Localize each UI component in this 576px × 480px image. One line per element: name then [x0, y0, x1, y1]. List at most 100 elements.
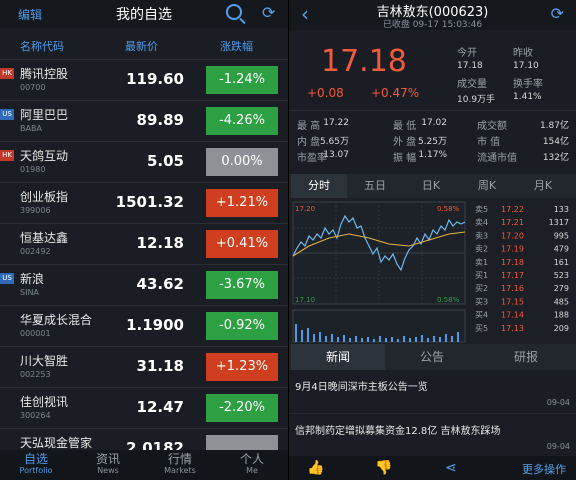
stock-code: BABA	[20, 124, 42, 133]
tab-announcements[interactable]: 公告	[385, 344, 479, 370]
stock-row[interactable]: US 新浪 SINA 43.62 -3.67%	[0, 265, 288, 306]
change-badge[interactable]: 0.00%	[206, 148, 278, 176]
order-price: 17.22	[501, 205, 524, 214]
stat-value: 5.65万	[319, 137, 349, 147]
stock-code: SINA	[20, 288, 39, 297]
stock-price: 1501.32	[115, 193, 184, 211]
open-value: 17.18	[457, 61, 483, 71]
order-level-label: 买5	[475, 324, 488, 333]
news-title: 9月4日晚间深市主板公告一览	[295, 382, 428, 393]
news-tabs: 新闻 公告 研报	[289, 344, 576, 370]
stock-code: 002492	[20, 247, 51, 256]
open-label: 今开	[457, 48, 477, 59]
news-date: 09-04	[546, 398, 570, 407]
stock-code: 01980	[20, 165, 46, 174]
stock-row[interactable]: US 阿里巴巴 BABA 89.89 -4.26%	[0, 101, 288, 142]
stock-row[interactable]: HK 天鸽互动 01980 5.05 0.00%	[0, 142, 288, 183]
order-price: 17.17	[501, 271, 524, 280]
tab-portfolio[interactable]: 自选 Portfolio	[0, 452, 72, 476]
order-volume: 209	[554, 324, 569, 333]
share-icon[interactable]: ⋖	[445, 460, 457, 476]
stat-label: 内 盘	[297, 137, 321, 148]
stat-value: 17.22	[323, 118, 349, 128]
order-level-label: 卖2	[475, 245, 488, 254]
stat-label: 最 低	[393, 121, 417, 132]
stat-label: 流通市值	[477, 153, 517, 164]
stock-row[interactable]: 华夏成长混合 000001 1.1900 -0.92%	[0, 306, 288, 347]
tab-weekly-k[interactable]: 周K	[459, 174, 515, 198]
stock-name: 华夏成长混合	[20, 313, 93, 327]
stat-value: 13.07	[323, 150, 349, 160]
stock-name: 川大智胜	[20, 354, 69, 368]
news-item[interactable]: 9月4日晚间深市主板公告一览 09-04	[289, 370, 576, 414]
stat-label: 外 盘	[393, 137, 417, 148]
detail-header: ‹ 吉林敖东(000623) 已收盘 09-17 15:03:46 ⟳	[289, 0, 576, 30]
intraday-chart[interactable]: 17.20 0.58% 17.10 0.58% 卖5 17.22 133 卖4 17.2…	[289, 198, 576, 344]
tab-news[interactable]: 新闻	[291, 344, 385, 370]
thumbs-down-icon[interactable]: 👎	[375, 460, 392, 476]
stock-price: 12.47	[136, 398, 184, 416]
change-badge[interactable]: +0.41%	[206, 230, 278, 258]
change-badge[interactable]: -2.20%	[206, 394, 278, 422]
order-price: 17.13	[501, 324, 524, 333]
order-volume: 188	[554, 311, 569, 320]
market-badge: HK	[0, 68, 14, 79]
order-price: 17.20	[501, 231, 524, 240]
tab-markets[interactable]: 行情 Markets	[144, 452, 216, 476]
column-change[interactable]: 涨跌幅	[220, 38, 253, 54]
change-badge[interactable]: -4.26%	[206, 107, 278, 135]
chart-high-pct: 0.58%	[437, 205, 460, 213]
column-price[interactable]: 最新价	[125, 38, 158, 54]
stock-code: 002253	[20, 370, 51, 379]
order-book: 卖5 17.22 133 卖4 17.21 1317 卖3 17.20 995 卖2 17.19 47…	[475, 205, 569, 333]
tab-label: 资讯	[95, 452, 120, 466]
tab-me[interactable]: 个人 Me	[216, 452, 288, 476]
order-price: 17.19	[501, 245, 524, 254]
stock-row[interactable]: 佳创视讯 300264 12.47 -2.20%	[0, 388, 288, 429]
order-level-label: 买2	[475, 284, 488, 293]
change-badge[interactable]: -0.92%	[206, 312, 278, 340]
order-volume: 995	[554, 231, 569, 240]
tab-five-day[interactable]: 五日	[347, 174, 403, 198]
more-actions-button[interactable]: 更多操作	[522, 461, 566, 477]
change-badge[interactable]: +1.23%	[206, 353, 278, 381]
stock-row[interactable]: HK 腾讯控股 00700 119.60 -1.24%	[0, 60, 288, 101]
change-badge[interactable]: +1.21%	[206, 189, 278, 217]
column-name[interactable]: 名称代码	[20, 38, 64, 54]
current-price: 17.18	[321, 44, 407, 79]
stat-label: 最 高	[297, 121, 321, 132]
tab-monthly-k[interactable]: 月K	[515, 174, 571, 198]
stock-name: 新浪	[20, 272, 45, 286]
order-price: 17.14	[501, 311, 524, 320]
thumbs-up-icon[interactable]: 👍	[307, 460, 324, 476]
chart-low-label: 17.10	[295, 296, 315, 304]
stock-code: 399006	[20, 206, 51, 215]
chart-tabs: 分时 五日 日K 周K 月K	[289, 174, 576, 198]
stock-row[interactable]: 川大智胜 002253 31.18 +1.23%	[0, 347, 288, 388]
change-badge[interactable]: -1.24%	[206, 66, 278, 94]
news-item[interactable]: 信邦制药定增拟募集资金12.8亿 吉林敖东踩场 09-04	[289, 414, 576, 458]
stock-detail-screen: ‹ 吉林敖东(000623) 已收盘 09-17 15:03:46 ⟳ 17.1…	[289, 0, 576, 480]
stock-price: 5.05	[146, 152, 184, 170]
search-icon[interactable]	[226, 4, 242, 20]
tab-research[interactable]: 研报	[479, 344, 573, 370]
refresh-icon[interactable]: ⟳	[551, 4, 564, 23]
stock-name: 佳创视讯	[20, 395, 69, 409]
order-level-label: 卖4	[475, 218, 488, 227]
stock-name: 恒基达鑫	[20, 231, 69, 245]
volume-value: 10.9万手	[457, 95, 496, 105]
stock-row[interactable]: 创业板指 399006 1501.32 +1.21%	[0, 183, 288, 224]
volume-label: 成交量	[457, 79, 487, 90]
tab-intraday[interactable]: 分时	[291, 174, 347, 198]
change-badge[interactable]: -3.67%	[206, 271, 278, 299]
stock-name: 天弘现金管家	[20, 436, 93, 450]
tab-daily-k[interactable]: 日K	[403, 174, 459, 198]
tab-news[interactable]: 资讯 News	[72, 452, 144, 476]
refresh-icon[interactable]: ⟳	[262, 4, 275, 22]
order-level-label: 买4	[475, 311, 488, 320]
tab-label: 行情	[167, 452, 192, 466]
stock-row[interactable]: 恒基达鑫 002492 12.18 +0.41%	[0, 224, 288, 265]
order-price: 17.16	[501, 284, 524, 293]
price-change: +0.08	[307, 86, 344, 100]
chart-low-pct: 0.58%	[437, 296, 460, 304]
